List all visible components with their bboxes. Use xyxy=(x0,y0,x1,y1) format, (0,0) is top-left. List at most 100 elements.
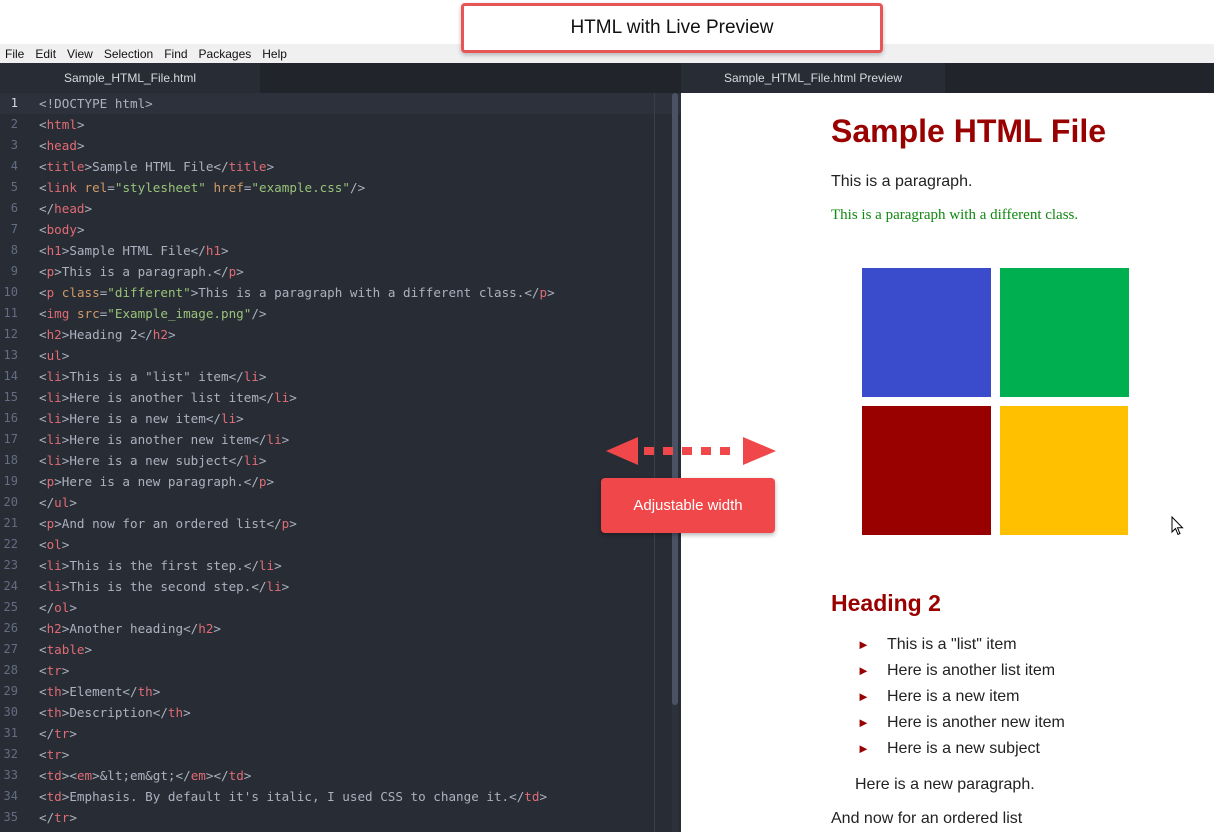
tab-editor-file[interactable]: Sample_HTML_File.html xyxy=(0,63,260,93)
line-number: 3 xyxy=(10,138,18,152)
line-number: 31 xyxy=(3,726,18,740)
code-line[interactable]: 30 <th>Description</th> xyxy=(0,702,681,723)
code-text: <li>Here is a new subject</li> xyxy=(39,453,267,468)
line-number: 7 xyxy=(10,222,18,236)
line-number: 18 xyxy=(3,453,18,467)
code-line[interactable]: 21 <p>And now for an ordered list</p> xyxy=(0,513,681,534)
line-number: 27 xyxy=(3,642,18,656)
code-text: </ul> xyxy=(39,495,77,510)
code-line[interactable]: 33 <td><em>&lt;em&gt;</em></td> xyxy=(0,765,681,786)
example-image-red-square xyxy=(862,406,991,535)
menu-selection[interactable]: Selection xyxy=(99,47,159,61)
code-line[interactable]: 19 <p>Here is a new paragraph.</p> xyxy=(0,471,681,492)
menu-find[interactable]: Find xyxy=(159,47,193,61)
line-number: 22 xyxy=(3,537,18,551)
code-line[interactable]: 22 <ol> xyxy=(0,534,681,555)
preview-ordered-list-intro: And now for an ordered list xyxy=(831,810,1023,827)
line-number: 4 xyxy=(10,159,18,173)
code-line[interactable]: 2 <html> xyxy=(0,114,681,135)
code-line[interactable]: 10 <p class="different">This is a paragra… xyxy=(0,282,681,303)
code-text: <td><em>&lt;em&gt;</em></td> xyxy=(39,768,252,783)
tab-preview[interactable]: Sample_HTML_File.html Preview xyxy=(681,63,945,93)
code-line[interactable]: 6 </head> xyxy=(0,198,681,219)
code-editor[interactable]: 1 <!DOCTYPE html> 2 <html> 3 <head> 4 <title>Sa… xyxy=(0,93,681,832)
line-number: 9 xyxy=(10,264,18,278)
code-line[interactable]: 7 <body> xyxy=(0,219,681,240)
code-line[interactable]: 11 <img src="Example_image.png"/> xyxy=(0,303,681,324)
line-number: 24 xyxy=(3,579,18,593)
code-line[interactable]: 28 <tr> xyxy=(0,660,681,681)
code-line[interactable]: 16 <li>Here is a new item</li> xyxy=(0,408,681,429)
code-text: <title>Sample HTML File</title> xyxy=(39,159,275,174)
line-number: 16 xyxy=(3,411,18,425)
code-line[interactable]: 9 <p>This is a paragraph.</p> xyxy=(0,261,681,282)
code-line[interactable]: 17 <li>Here is another new item</li> xyxy=(0,429,681,450)
triangle-bullet-icon: ► xyxy=(857,637,870,652)
code-line[interactable]: 13 <ul> xyxy=(0,345,681,366)
code-text: <!DOCTYPE html> xyxy=(39,96,153,111)
editor-tab-bar: Sample_HTML_File.html xyxy=(0,63,681,93)
code-line[interactable]: 8 <h1>Sample HTML File</h1> xyxy=(0,240,681,261)
triangle-bullet-icon: ► xyxy=(857,715,870,730)
code-line[interactable]: 15 <li>Here is another list item</li> xyxy=(0,387,681,408)
code-line[interactable]: 4 <title>Sample HTML File</title> xyxy=(0,156,681,177)
code-text: <ol> xyxy=(39,537,70,552)
code-line[interactable]: 23 <li>This is the first step.</li> xyxy=(0,555,681,576)
menu-packages[interactable]: Packages xyxy=(194,47,258,61)
code-line[interactable]: 25 </ol> xyxy=(0,597,681,618)
code-text: <ul> xyxy=(39,348,70,363)
menu-help[interactable]: Help xyxy=(257,47,293,61)
line-number: 6 xyxy=(10,201,18,215)
code-line[interactable]: 31 </tr> xyxy=(0,723,681,744)
code-text: <li>Here is another list item</li> xyxy=(39,390,297,405)
code-line[interactable]: 20 </ul> xyxy=(0,492,681,513)
code-line[interactable]: 34 <td>Emphasis. By default it's italic, … xyxy=(0,786,681,807)
title-callout: HTML with Live Preview xyxy=(461,3,883,53)
code-line[interactable]: 1 <!DOCTYPE html> xyxy=(0,93,681,114)
code-line[interactable]: 35 </tr> xyxy=(0,807,681,828)
preview-new-paragraph: Here is a new paragraph. xyxy=(855,776,1035,793)
code-line[interactable]: 12 <h2>Heading 2</h2> xyxy=(0,324,681,345)
code-text: <tr> xyxy=(39,747,70,762)
double-arrow-icon[interactable] xyxy=(606,436,776,466)
code-text: <img src="Example_image.png"/> xyxy=(39,306,267,321)
triangle-bullet-icon: ► xyxy=(857,741,870,756)
line-number: 28 xyxy=(3,663,18,677)
line-number: 26 xyxy=(3,621,18,635)
editor-scrollbar-thumb[interactable] xyxy=(672,93,678,705)
line-number: 34 xyxy=(3,789,18,803)
code-line[interactable]: 14 <li>This is a "list" item</li> xyxy=(0,366,681,387)
code-text: <td>Emphasis. By default it's italic, I … xyxy=(39,789,548,804)
code-line[interactable]: 26 <h2>Another heading</h2> xyxy=(0,618,681,639)
line-number: 33 xyxy=(3,768,18,782)
code-text: <html> xyxy=(39,117,85,132)
code-line[interactable]: 5 <link rel="stylesheet" href="example.cs… xyxy=(0,177,681,198)
code-text: <h2>Heading 2</h2> xyxy=(39,327,176,342)
code-text: <h2>Another heading</h2> xyxy=(39,621,222,636)
code-text: <li>Here is another new item</li> xyxy=(39,432,290,447)
line-number: 21 xyxy=(3,516,18,530)
menu-file[interactable]: File xyxy=(0,47,30,61)
triangle-bullet-icon: ► xyxy=(857,689,870,704)
line-number: 1 xyxy=(10,96,18,110)
preview-paragraph: This is a paragraph. xyxy=(831,173,973,190)
preview-paragraph-different: This is a paragraph with a different cla… xyxy=(831,207,1079,223)
code-line[interactable]: 29 <th>Element</th> xyxy=(0,681,681,702)
example-image-blue-square xyxy=(862,268,991,397)
line-number: 17 xyxy=(3,432,18,446)
line-number: 10 xyxy=(3,285,18,299)
code-text: <tr> xyxy=(39,663,70,678)
code-text: <body> xyxy=(39,222,85,237)
code-text: <li>This is the second step.</li> xyxy=(39,579,290,594)
code-line[interactable]: 18 <li>Here is a new subject</li> xyxy=(0,450,681,471)
code-line[interactable]: 24 <li>This is the second step.</li> xyxy=(0,576,681,597)
preview-heading-1: Sample HTML File xyxy=(831,113,1107,149)
code-text: </ol> xyxy=(39,600,77,615)
code-line[interactable]: 3 <head> xyxy=(0,135,681,156)
code-line[interactable]: 27 <table> xyxy=(0,639,681,660)
menu-view[interactable]: View xyxy=(62,47,99,61)
preview-tab-bar: Sample_HTML_File.html Preview xyxy=(681,63,1214,93)
menu-edit[interactable]: Edit xyxy=(30,47,62,61)
code-line[interactable]: 32 <tr> xyxy=(0,744,681,765)
code-text: <h1>Sample HTML File</h1> xyxy=(39,243,229,258)
